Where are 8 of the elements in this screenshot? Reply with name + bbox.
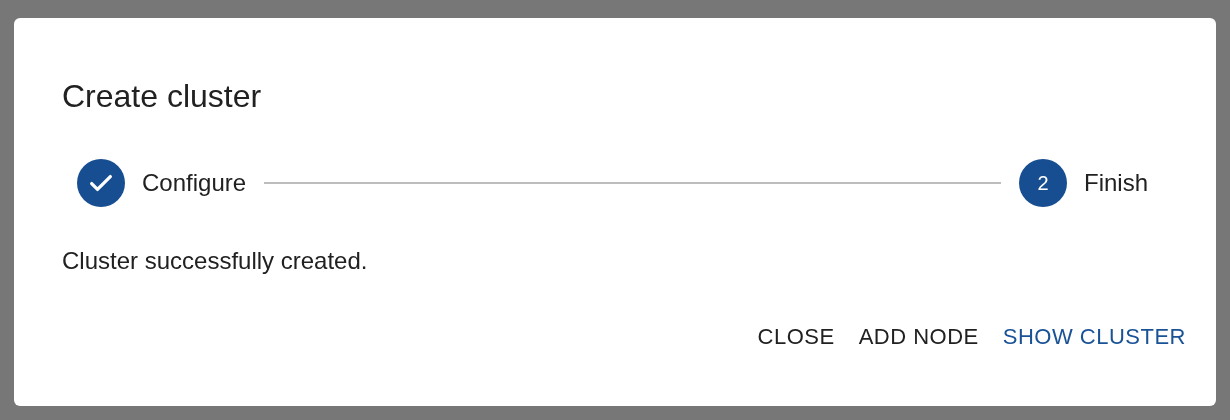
dialog-button[interactable]: SHOW CLUSTER (992, 314, 1196, 359)
dialog-button[interactable]: CLOSE (747, 314, 845, 359)
step-label: Configure (142, 168, 247, 198)
step-label: Finish (1083, 168, 1148, 198)
message: Cluster successfully created. (62, 246, 368, 276)
dialog-title: Create cluster (62, 77, 262, 116)
dialog-button[interactable]: ADD NODE (848, 314, 989, 359)
step-number: 2 (1018, 159, 1067, 207)
